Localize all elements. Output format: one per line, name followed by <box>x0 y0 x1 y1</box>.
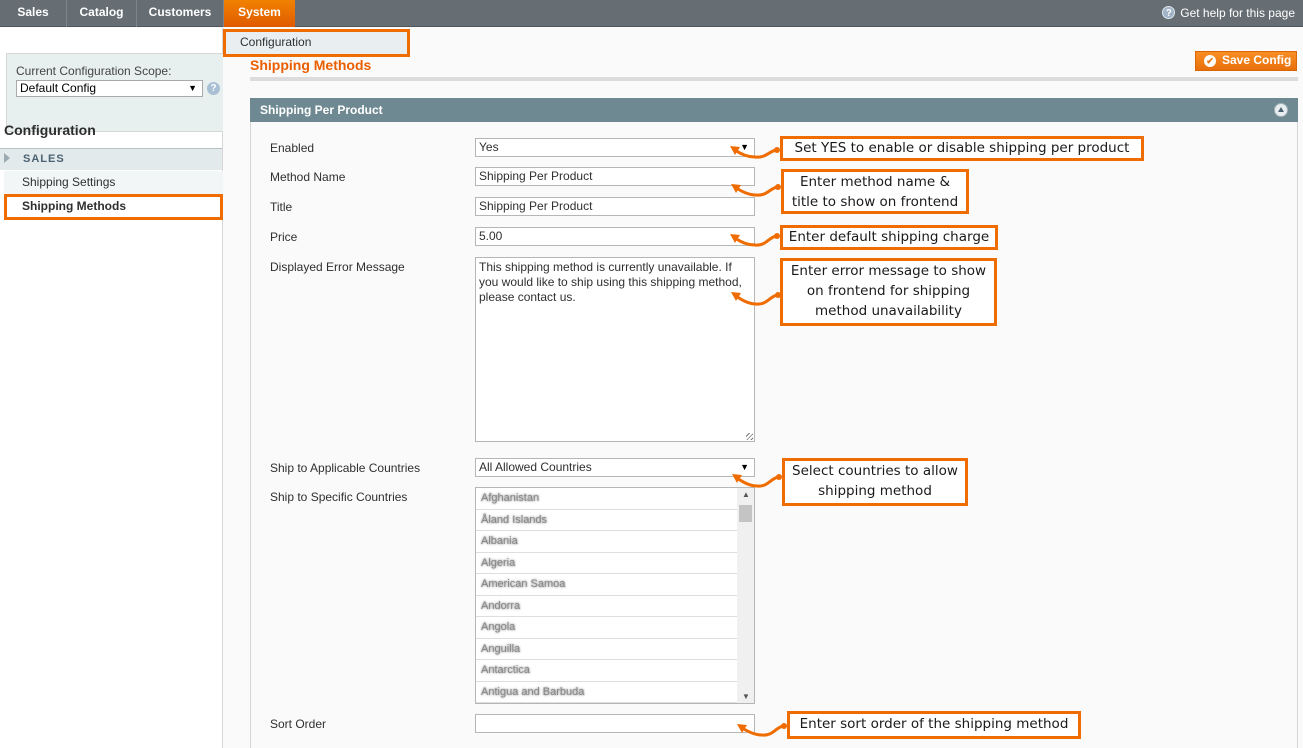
applicable-countries-select[interactable]: All Allowed Countries ▼ <box>475 458 755 477</box>
list-item[interactable]: Andorra <box>476 596 738 617</box>
annotation-text: Select countries to allow <box>792 463 958 479</box>
specific-countries-listbox[interactable]: Afghanistan Åland Islands Albania Algeri… <box>475 487 755 704</box>
error-message-textarea[interactable]: This shipping method is currently unavai… <box>475 257 755 442</box>
price-input[interactable]: 5.00 <box>475 227 755 246</box>
scope-switcher: Current Configuration Scope: Default Con… <box>6 53 223 132</box>
error-message-text: This shipping method is currently unavai… <box>479 260 742 304</box>
top-nav: Sales Catalog Customers System ? Get help… <box>0 0 1303 27</box>
annotation-text: title to show on frontend <box>791 194 959 210</box>
scope-label: Current Configuration Scope: <box>16 64 172 78</box>
menu-item-label: Configuration <box>240 35 312 49</box>
annotation-text: Enter sort order of the shipping method <box>799 716 1069 732</box>
annotation-error-message: Enter error message to show on frontend … <box>780 258 997 326</box>
sidebar-title: Configuration <box>4 122 96 138</box>
scroll-up-icon[interactable]: ▲ <box>742 490 750 499</box>
scope-value: Default Config <box>20 81 97 95</box>
scroll-thumb[interactable] <box>739 505 752 522</box>
list-item[interactable]: Antarctica <box>476 660 738 682</box>
enabled-select[interactable]: Yes ▼ <box>475 138 755 157</box>
list-item[interactable]: Anguilla <box>476 639 738 660</box>
label-applicable-countries: Ship to Applicable Countries <box>270 461 421 475</box>
scope-select[interactable]: Default Config ▼ <box>16 80 203 97</box>
annotation-name-title: Enter method name & title to show on fro… <box>781 169 969 214</box>
resize-handle[interactable] <box>746 433 753 440</box>
nav-customers[interactable]: Customers <box>137 0 224 27</box>
annotation-text: Enter default shipping charge <box>788 229 990 245</box>
list-item[interactable]: Angola <box>476 617 738 639</box>
section-header[interactable]: Shipping Per Product <box>250 98 1298 122</box>
label-specific-countries: Ship to Specific Countries <box>270 490 408 504</box>
annotation-text: method unavailability <box>815 303 962 319</box>
annotation-text: Enter method name & <box>799 174 951 190</box>
chevron-down-icon: ▼ <box>188 83 197 93</box>
sidebar-group-sales[interactable]: SALES <box>0 148 222 170</box>
help-icon[interactable]: ? <box>207 82 220 95</box>
chevron-down-icon: ▼ <box>740 142 749 152</box>
list-item[interactable]: Albania <box>476 531 738 553</box>
enabled-value: Yes <box>479 140 499 154</box>
sidebar-item-shipping-methods[interactable]: Shipping Methods <box>4 194 223 220</box>
save-config-button[interactable]: ✔ Save Config <box>1195 51 1297 71</box>
nav-system[interactable]: System <box>224 0 295 27</box>
annotation-text: shipping method <box>818 483 932 499</box>
sidebar-group-label: SALES <box>23 153 65 165</box>
sidebar-item-shipping-settings[interactable]: Shipping Settings <box>4 171 223 195</box>
help-label: Get help for this page <box>1180 6 1295 20</box>
label-enabled: Enabled <box>270 141 315 155</box>
label-method-name: Method Name <box>270 170 346 184</box>
check-icon: ✔ <box>1204 55 1216 67</box>
nav-sales[interactable]: Sales <box>0 0 67 27</box>
list-item[interactable]: Åland Islands <box>476 510 738 531</box>
list-item[interactable]: Algeria <box>476 553 738 574</box>
list-item[interactable]: Afghanistan <box>476 488 738 510</box>
sort-order-input[interactable] <box>475 714 755 733</box>
divider <box>250 77 1298 81</box>
annotation-enabled: Set YES to enable or disable shipping pe… <box>780 136 1144 161</box>
list-item[interactable]: Antigua and Barbuda <box>476 682 738 703</box>
label-price: Price <box>270 230 298 244</box>
system-menu-configuration[interactable]: Configuration <box>223 29 410 57</box>
annotation-text: on frontend for shipping <box>806 283 971 299</box>
section-body <box>250 122 1298 748</box>
collapse-icon[interactable] <box>1274 103 1288 117</box>
scrollbar[interactable]: ▲ ▼ <box>737 488 754 703</box>
annotation-text: Enter error message to show <box>790 263 987 279</box>
label-sort-order: Sort Order <box>270 717 327 731</box>
chevron-down-icon: ▼ <box>740 462 749 472</box>
label-error-message: Displayed Error Message <box>270 260 405 274</box>
annotation-countries: Select countries to allow shipping metho… <box>782 458 968 506</box>
annotation-price: Enter default shipping charge <box>780 225 998 250</box>
save-label: Save Config <box>1222 53 1292 67</box>
title-input[interactable]: Shipping Per Product <box>475 197 755 216</box>
help-link[interactable]: ? Get help for this page <box>1162 0 1295 27</box>
annotation-sort-order: Enter sort order of the shipping method <box>787 711 1081 739</box>
label-title: Title <box>270 200 293 214</box>
sidebar: Current Configuration Scope: Default Con… <box>0 28 223 748</box>
page-title: Shipping Methods <box>250 57 372 73</box>
method-name-input[interactable]: Shipping Per Product <box>475 167 755 186</box>
section-title: Shipping Per Product <box>260 103 383 117</box>
list-item[interactable]: American Samoa <box>476 574 738 596</box>
applicable-countries-value: All Allowed Countries <box>479 460 592 474</box>
scroll-down-icon[interactable]: ▼ <box>742 692 750 701</box>
nav-catalog[interactable]: Catalog <box>67 0 137 27</box>
caret-right-icon <box>4 153 10 163</box>
annotation-text: Set YES to enable or disable shipping pe… <box>794 140 1130 156</box>
help-icon: ? <box>1162 6 1176 19</box>
